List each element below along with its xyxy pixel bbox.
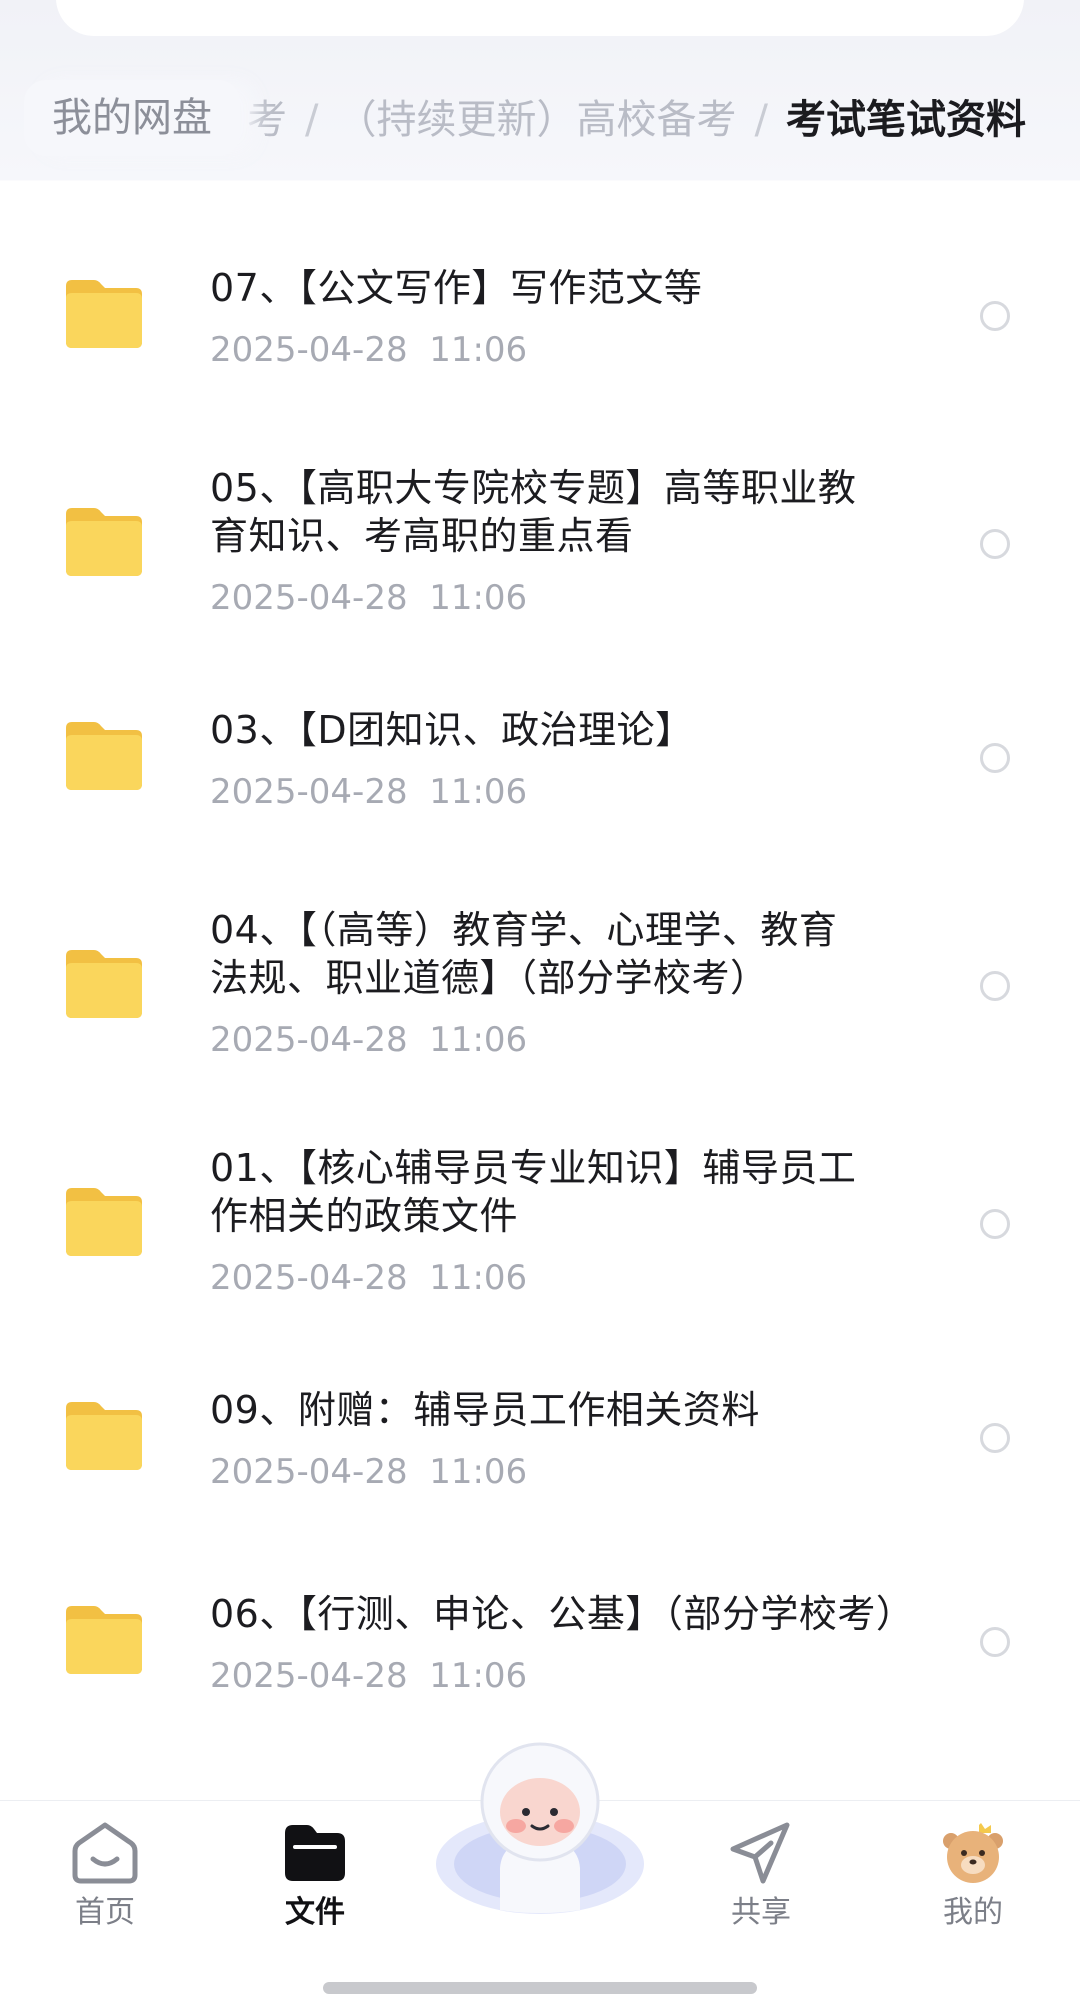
file-name: 06、【行测、申论、公基】（部分学校考） bbox=[210, 1592, 915, 1636]
file-date: 2025-04-28 11:06 bbox=[210, 1452, 528, 1492]
tab-mine[interactable]: 我的 bbox=[898, 1819, 1048, 1939]
tab-share-label: 共享 bbox=[731, 1895, 791, 1930]
home-indicator bbox=[323, 1982, 757, 1994]
file-date: 2025-04-28 11:06 bbox=[210, 772, 528, 812]
folder-icon bbox=[62, 504, 146, 580]
tab-home[interactable]: 首页 bbox=[30, 1819, 180, 1939]
breadcrumb: 考 / （持续更新）高校备考 / 考试笔试资料 我的网盘 bbox=[0, 80, 1080, 160]
radio-circle-icon[interactable] bbox=[980, 971, 1010, 1001]
folder-icon bbox=[62, 946, 146, 1022]
folder-icon bbox=[62, 1602, 146, 1678]
radio-circle-icon[interactable] bbox=[980, 743, 1010, 773]
file-date: 2025-04-28 11:06 bbox=[210, 330, 528, 370]
file-date: 2025-04-28 11:06 bbox=[210, 1656, 528, 1696]
folder-icon bbox=[62, 276, 146, 352]
tab-home-label: 首页 bbox=[75, 1895, 135, 1930]
home-icon bbox=[72, 1822, 138, 1884]
paper-plane-icon bbox=[730, 1822, 790, 1884]
breadcrumb-item[interactable]: 考 bbox=[247, 97, 287, 143]
breadcrumb-root-my-drive[interactable]: 我的网盘 bbox=[24, 80, 240, 156]
file-browser-screen: 考 / （持续更新）高校备考 / 考试笔试资料 我的网盘 07、【公文写作】写作范文等 … bbox=[0, 0, 1080, 2015]
file-date: 2025-04-28 11:06 bbox=[210, 1258, 528, 1298]
radio-circle-icon[interactable] bbox=[980, 1627, 1010, 1657]
file-name: 04、【（高等）教育学、心理学、教育 法规、职业道德】（部分学校考） bbox=[210, 908, 838, 1000]
breadcrumb-item[interactable]: （持续更新）高校备考 bbox=[337, 97, 737, 143]
file-name: 07、【公文写作】写作范文等 bbox=[210, 266, 703, 310]
tab-files[interactable]: 文件 bbox=[240, 1819, 390, 1939]
file-list: 07、【公文写作】写作范文等 2025-04-28 11:06 05、【高职大专… bbox=[0, 186, 1080, 1806]
file-name: 01、【核心辅导员专业知识】辅导员工 作相关的政策文件 bbox=[210, 1146, 857, 1238]
breadcrumb-separator: / bbox=[305, 97, 319, 143]
tab-files-label: 文件 bbox=[285, 1895, 345, 1930]
breadcrumb-current: 考试笔试资料 bbox=[786, 97, 1026, 143]
radio-circle-icon[interactable] bbox=[980, 301, 1010, 331]
breadcrumb-trail: 考 / （持续更新）高校备考 / 考试笔试资料 bbox=[247, 92, 1026, 148]
radio-circle-icon[interactable] bbox=[980, 529, 1010, 559]
assistant-mascot-icon[interactable] bbox=[430, 1740, 650, 1920]
folder-icon bbox=[62, 1398, 146, 1474]
file-name: 03、【D团知识、政治理论】 bbox=[210, 708, 694, 752]
folder-icon bbox=[62, 718, 146, 794]
radio-circle-icon[interactable] bbox=[980, 1423, 1010, 1453]
folder-icon bbox=[62, 1184, 146, 1260]
search-bar[interactable] bbox=[56, 0, 1024, 36]
radio-circle-icon[interactable] bbox=[980, 1209, 1010, 1239]
tab-mine-label: 我的 bbox=[943, 1895, 1003, 1930]
file-name: 05、【高职大专院校专题】高等职业教 育知识、考高职的重点看 bbox=[210, 466, 857, 558]
tab-share[interactable]: 共享 bbox=[686, 1819, 836, 1939]
breadcrumb-separator: / bbox=[754, 97, 768, 143]
file-name: 09、附赠：辅导员工作相关资料 bbox=[210, 1388, 760, 1432]
files-folder-icon bbox=[285, 1825, 345, 1881]
avatar-bear-icon bbox=[943, 1823, 1003, 1883]
file-date: 2025-04-28 11:06 bbox=[210, 578, 528, 618]
file-date: 2025-04-28 11:06 bbox=[210, 1020, 528, 1060]
